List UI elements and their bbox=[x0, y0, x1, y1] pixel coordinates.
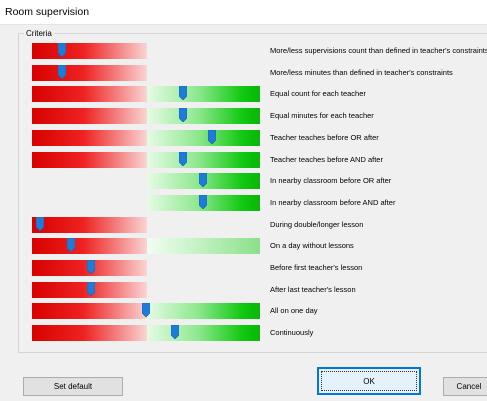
criterion-row: Equal count for each teacher bbox=[32, 86, 487, 103]
criterion-row: In nearby classroom before AND after bbox=[32, 194, 487, 211]
criterion-label: Equal minutes for each teacher bbox=[270, 111, 374, 121]
negative-weight-track[interactable] bbox=[32, 151, 147, 168]
negative-weight-track[interactable] bbox=[32, 238, 147, 255]
negative-weight-track[interactable] bbox=[32, 129, 147, 146]
criterion-label: Teacher teaches before OR after bbox=[270, 132, 379, 142]
negative-weight-track[interactable] bbox=[32, 43, 147, 59]
criterion-label: Teacher teaches before AND after bbox=[270, 154, 383, 164]
slider-thumb[interactable] bbox=[208, 129, 216, 144]
criterion-row: Continuously bbox=[32, 325, 487, 342]
criterion-row: More/less minutes than defined in teache… bbox=[32, 64, 487, 81]
criterion-row: More/less supervisions count than define… bbox=[32, 43, 487, 59]
criterion-label: More/less supervisions count than define… bbox=[270, 46, 487, 55]
criterion-row: Teacher teaches before OR after bbox=[32, 129, 487, 146]
criterion-label: In nearby classroom before OR after bbox=[270, 176, 392, 186]
criterion-row: All on one day bbox=[32, 303, 487, 320]
criterion-row: During double/longer lesson bbox=[32, 216, 487, 233]
criterion-row: Teacher teaches before AND after bbox=[32, 151, 487, 168]
title-bar: Room supervision bbox=[0, 0, 487, 25]
slider-thumb[interactable] bbox=[199, 173, 207, 188]
slider-thumb[interactable] bbox=[142, 303, 150, 318]
slider-thumb[interactable] bbox=[36, 216, 44, 231]
slider-thumb[interactable] bbox=[58, 64, 66, 79]
slider-thumb[interactable] bbox=[171, 325, 179, 340]
criterion-label: After last teacher's lesson bbox=[270, 284, 356, 294]
set-default-label: Set default bbox=[53, 382, 93, 391]
positive-weight-track[interactable] bbox=[147, 129, 260, 146]
slider-thumb[interactable] bbox=[87, 260, 95, 274]
criterion-row: After last teacher's lesson bbox=[32, 281, 487, 298]
slider-thumb[interactable] bbox=[87, 281, 95, 296]
negative-weight-track[interactable] bbox=[32, 216, 147, 233]
ok-focus-rectangle bbox=[321, 371, 417, 391]
criterion-label: More/less minutes than defined in teache… bbox=[270, 67, 453, 77]
negative-weight-track[interactable] bbox=[32, 64, 147, 81]
criterion-label: Equal count for each teacher bbox=[270, 89, 366, 99]
criterion-row: On a day without lessons bbox=[32, 238, 487, 255]
criterion-label: In nearby classroom before AND after bbox=[270, 197, 396, 207]
criteria-group-label: Criteria bbox=[24, 29, 54, 38]
cancel-button[interactable]: Cancel bbox=[443, 377, 487, 396]
negative-weight-track[interactable] bbox=[32, 303, 147, 320]
criterion-label: All on one day bbox=[270, 306, 318, 316]
positive-weight-track[interactable] bbox=[147, 86, 260, 103]
negative-weight-track[interactable] bbox=[32, 108, 147, 125]
slider-thumb[interactable] bbox=[199, 194, 207, 209]
positive-weight-track[interactable] bbox=[147, 238, 260, 255]
cancel-label: Cancel bbox=[456, 382, 482, 391]
slider-thumb[interactable] bbox=[67, 238, 75, 253]
criterion-label: During double/longer lesson bbox=[270, 219, 364, 229]
positive-weight-track[interactable] bbox=[147, 303, 260, 320]
criterion-row: Before first teacher's lesson bbox=[32, 260, 487, 276]
negative-weight-track[interactable] bbox=[32, 86, 147, 103]
criterion-label: Continuously bbox=[270, 328, 314, 338]
criterion-label: Before first teacher's lesson bbox=[270, 263, 363, 272]
criterion-row: In nearby classroom before OR after bbox=[32, 173, 487, 190]
slider-thumb[interactable] bbox=[179, 86, 187, 101]
slider-thumb[interactable] bbox=[179, 151, 187, 166]
set-default-button[interactable]: Set default bbox=[23, 377, 123, 396]
ok-button[interactable]: OK bbox=[317, 367, 421, 395]
positive-weight-track[interactable] bbox=[147, 151, 260, 168]
slider-thumb[interactable] bbox=[58, 43, 66, 57]
positive-weight-track[interactable] bbox=[147, 108, 260, 125]
criterion-row: Equal minutes for each teacher bbox=[32, 108, 487, 125]
criterion-label: On a day without lessons bbox=[270, 241, 354, 251]
negative-weight-track[interactable] bbox=[32, 325, 147, 342]
slider-thumb[interactable] bbox=[179, 108, 187, 123]
window-title: Room supervision bbox=[5, 6, 90, 18]
positive-weight-track[interactable] bbox=[147, 325, 260, 342]
